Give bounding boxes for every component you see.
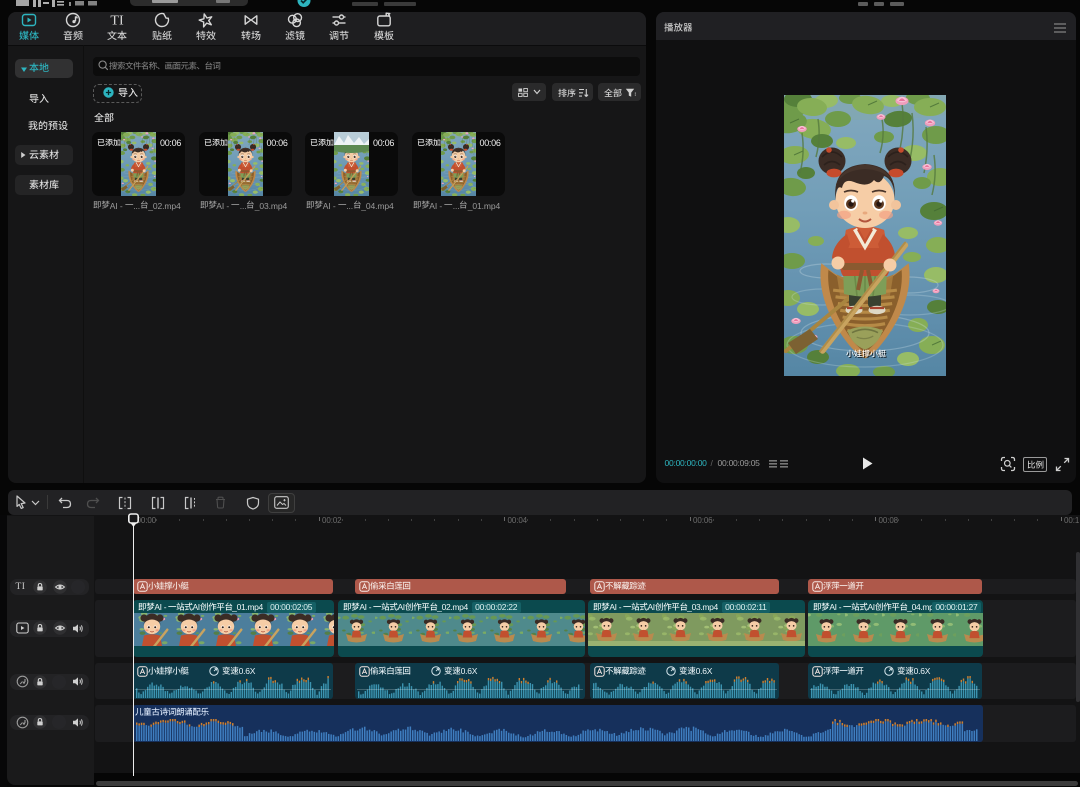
svg-text:TI: TI — [111, 14, 125, 29]
